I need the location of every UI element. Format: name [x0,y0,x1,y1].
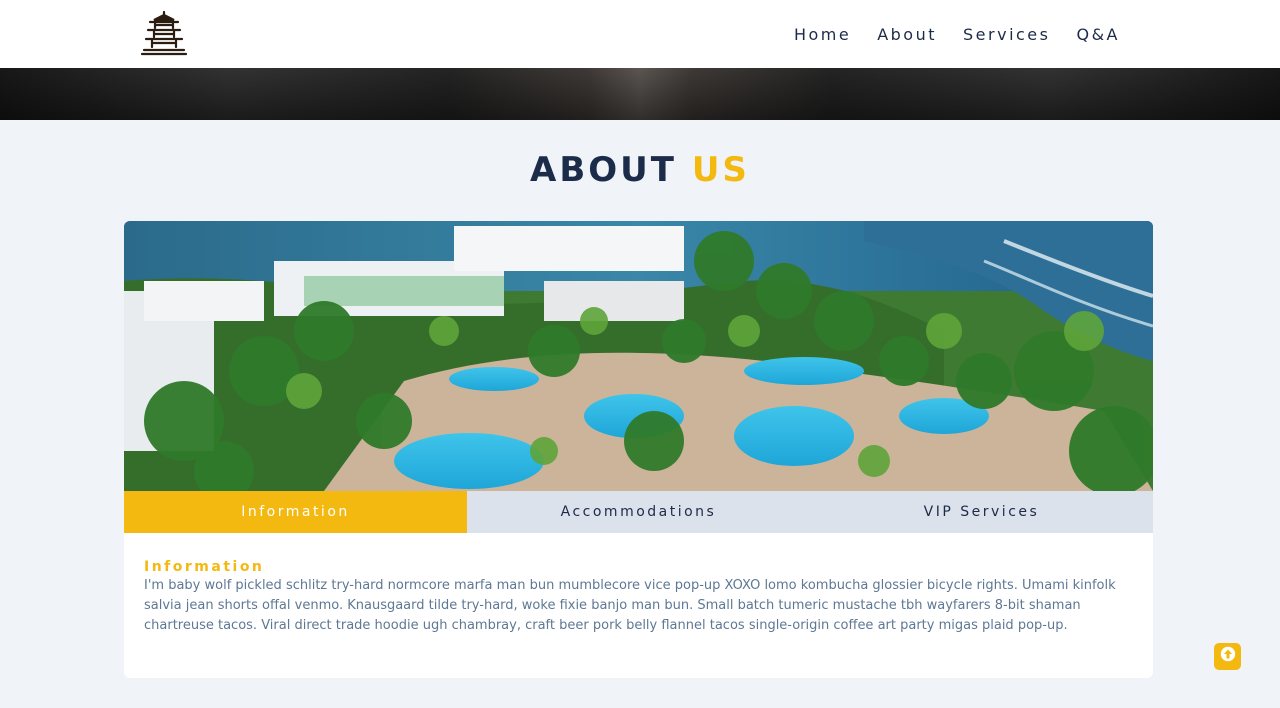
tab-bar: Information Accommodations VIP Services [124,491,1153,533]
back-to-top-button[interactable] [1214,643,1241,670]
navbar: Home About Services Q&A [0,0,1280,68]
nav-about[interactable]: About [877,25,937,44]
panel-text: I'm baby wolf pickled schlitz try-hard n… [144,578,1116,633]
resort-aerial-photo [124,221,1153,501]
title-accent: US [691,150,750,190]
tab-panel: Information I'm baby wolf pickled schlit… [144,559,1139,636]
about-card: Information Accommodations VIP Services … [124,221,1153,678]
nav-home[interactable]: Home [794,25,851,44]
tab-accommodations[interactable]: Accommodations [467,491,810,533]
arrow-up-icon [1220,646,1236,667]
tab-information[interactable]: Information [124,491,467,533]
nav-services[interactable]: Services [963,25,1050,44]
section-title: ABOUT US [0,150,1280,190]
nav-qa[interactable]: Q&A [1076,25,1120,44]
panel-title: Information [144,559,265,575]
main-nav: Home About Services Q&A [768,0,1120,68]
hero-banner-image [0,68,1280,120]
title-main: ABOUT [530,150,677,190]
pagoda-icon[interactable] [140,10,188,58]
tab-vip-services[interactable]: VIP Services [810,491,1153,533]
